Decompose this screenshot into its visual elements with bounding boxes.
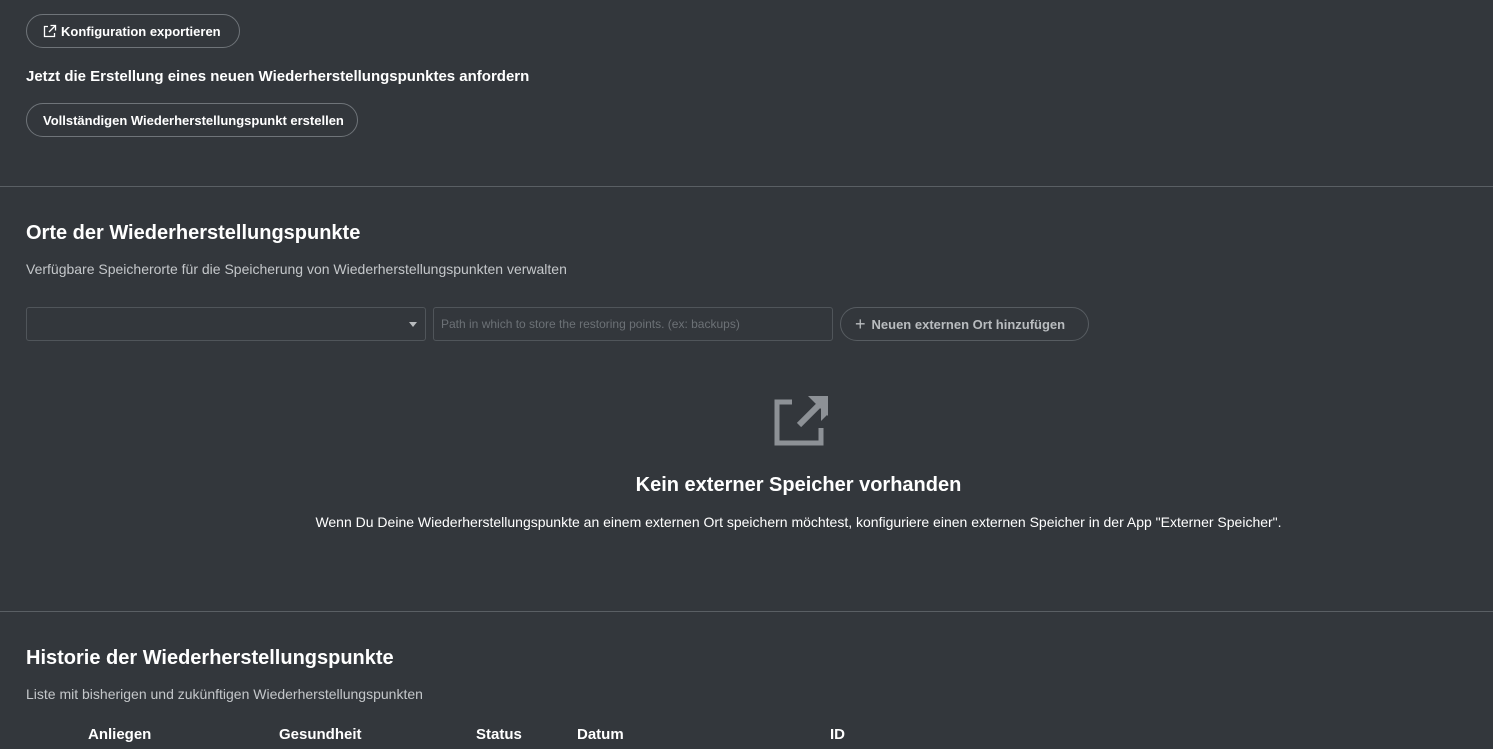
request-restore-point-heading: Jetzt die Erstellung eines neuen Wiederh… [26,68,530,85]
external-link-icon [774,396,828,446]
plus-icon: + [855,314,866,334]
empty-state-title: Kein externer Speicher vorhanden [635,474,962,496]
storage-location-select[interactable] [26,307,426,341]
locations-section-title: Orte der Wiederherstellungspunkte [26,222,361,244]
create-full-restore-point-label: Vollständigen Wiederherstellungspunkt er… [43,112,344,128]
storage-path-input[interactable] [433,307,833,341]
section-divider [0,186,1493,187]
restore-points-page: Konfiguration exportieren Jetzt die Erst… [0,0,1493,749]
create-full-restore-point-button[interactable]: Vollständigen Wiederherstellungspunkt er… [26,103,358,137]
add-external-location-button[interactable]: + Neuen externen Ort hinzufügen [840,307,1089,341]
column-header-id: ID [830,726,845,743]
empty-state-description: Wenn Du Deine Wiederherstellungspunkte a… [315,514,1282,530]
export-configuration-label: Konfiguration exportieren [61,23,221,39]
column-header-gesundheit: Gesundheit [279,726,362,743]
locations-section-description: Verfügbare Speicherorte für die Speicher… [26,261,567,277]
history-section-title: Historie der Wiederherstellungspunkte [26,647,394,669]
column-header-status: Status [476,726,522,743]
column-header-anliegen: Anliegen [88,726,152,743]
external-link-icon [43,24,57,38]
section-divider [0,611,1493,612]
export-configuration-button[interactable]: Konfiguration exportieren [26,14,240,48]
add-external-location-label: Neuen externen Ort hinzufügen [871,316,1066,332]
history-section-description: Liste mit bisherigen und zukünftigen Wie… [26,686,423,702]
dropdown-caret-icon [409,322,417,327]
column-header-datum: Datum [577,726,624,743]
